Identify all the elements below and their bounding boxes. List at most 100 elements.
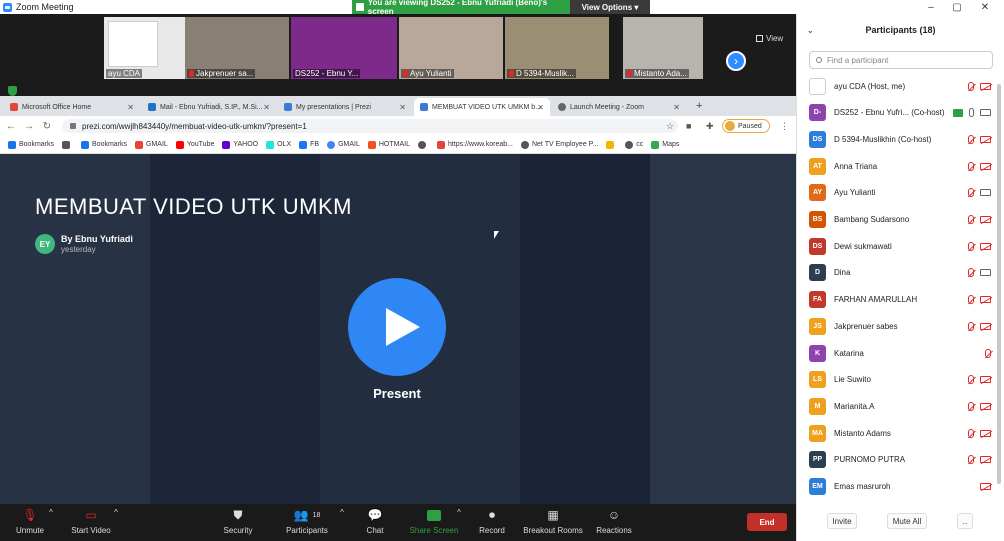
participant-row[interactable]: AY Ayu Yulianti	[797, 180, 997, 206]
participant-row[interactable]: MA Mistanto Adams	[797, 420, 997, 446]
close-tab-icon[interactable]: ✕	[127, 103, 134, 112]
profile-paused-button[interactable]: Paused	[722, 119, 770, 133]
muted-mic-icon[interactable]	[968, 401, 974, 411]
participant-row[interactable]: JS Jakprenuer sabes	[797, 313, 997, 339]
muted-mic-icon[interactable]	[968, 134, 974, 144]
maximize-icon[interactable]: ▢	[946, 0, 968, 14]
muted-mic-icon[interactable]	[968, 428, 974, 438]
muted-mic-icon[interactable]	[968, 188, 974, 198]
record-button[interactable]: ⏺ Record	[457, 508, 527, 536]
muted-mic-icon[interactable]	[968, 321, 974, 331]
video-thumbnail[interactable]: DS252 - Ebnu Y...	[291, 17, 397, 79]
bookmark-item[interactable]: Net TV Employee P...	[520, 140, 598, 149]
participant-row[interactable]: AT Anna Triana	[797, 153, 997, 179]
view-options-button[interactable]: View Options ▾	[570, 0, 650, 14]
close-tab-icon[interactable]: ✕	[537, 103, 544, 112]
participant-row[interactable]: D Dina	[797, 260, 997, 286]
url-input[interactable]: prezi.com/wwjlh843440y/membuat-video-utk…	[62, 119, 678, 133]
participant-search-input[interactable]: Find a participant	[809, 51, 993, 69]
participant-row[interactable]: EM Emas masruroh	[797, 474, 997, 500]
muted-mic-icon[interactable]	[985, 348, 991, 358]
security-button[interactable]: ⛊ Security	[203, 508, 273, 536]
minimize-icon[interactable]: –	[920, 0, 942, 14]
video-thumbnail[interactable]: D 5394-Muslik...	[505, 17, 609, 79]
bookmark-item[interactable]: OLX	[266, 140, 291, 149]
bookmark-item[interactable]	[62, 140, 73, 149]
play-button[interactable]	[348, 278, 446, 376]
next-page-button[interactable]: ›	[726, 51, 746, 71]
reload-icon[interactable]: ↻	[40, 121, 54, 132]
browser-tab[interactable]: My presentations | Prezi ✕	[278, 98, 412, 116]
video-thumbnail[interactable]: Jakprenuer sa...	[185, 17, 289, 79]
forward-icon[interactable]: →	[22, 121, 36, 132]
muted-mic-icon[interactable]	[968, 215, 974, 224]
invite-button[interactable]: Invite	[827, 513, 857, 529]
participant-row[interactable]: DS Dewi sukmawati	[797, 233, 997, 259]
chevron-up-icon[interactable]: ^	[113, 508, 119, 517]
participant-name: ayu CDA (Host, me)	[834, 81, 906, 91]
participant-status-icons	[980, 483, 991, 490]
bookmark-item[interactable]: https://www.koreab...	[437, 140, 513, 149]
browser-tab[interactable]: Mail - Ebnu Yufriadi, S.IP., M.Si... ✕	[142, 98, 276, 116]
chevron-up-icon[interactable]: ^	[48, 508, 54, 517]
participant-row[interactable]: BS Bambang Sudarsono	[797, 207, 997, 233]
bookmark-item[interactable]: YAHOO	[222, 140, 258, 149]
participant-row[interactable]: D- DS252 - Ebnu Yufri... (Co-host)	[797, 100, 997, 126]
participants-panel: ⌄ Participants (18) Find a participant a…	[796, 14, 1004, 541]
video-thumbnail[interactable]: Ayu Yulianti	[399, 17, 503, 79]
bookmark-item[interactable]: GMAIL	[135, 140, 168, 149]
new-tab-button[interactable]: +	[696, 100, 702, 112]
mute-all-button[interactable]: Mute All	[887, 513, 927, 529]
more-options-button[interactable]: ..	[957, 513, 973, 529]
muted-mic-icon[interactable]	[968, 375, 974, 385]
muted-mic-icon[interactable]	[968, 268, 974, 278]
participant-row[interactable]: LS Lie Suwito	[797, 367, 997, 393]
browser-tab-active[interactable]: MEMBUAT VIDEO UTK UMKM b... ✕	[414, 98, 550, 116]
video-thumbnail[interactable]: Mistanto Ada...	[623, 17, 703, 79]
close-tab-icon[interactable]: ✕	[263, 103, 270, 112]
end-meeting-button[interactable]: End	[747, 513, 787, 531]
chevron-down-icon[interactable]: ⌄	[807, 26, 814, 35]
back-icon[interactable]: ←	[4, 121, 18, 132]
star-icon[interactable]: ☆	[666, 121, 674, 132]
bookmark-item[interactable]: Bookmarks	[8, 140, 54, 149]
chat-label: Chat	[366, 526, 384, 535]
browser-tab[interactable]: Launch Meeting - Zoom ✕	[552, 98, 686, 116]
close-icon[interactable]: ✕	[974, 0, 996, 14]
bookmark-item[interactable]: Maps	[651, 140, 679, 149]
breakout-rooms-button[interactable]: ▦ Breakout Rooms	[518, 508, 588, 535]
participant-row[interactable]: DS D 5394-Muslikhin (Co-host)	[797, 126, 997, 152]
view-button[interactable]: View	[756, 34, 783, 43]
bookmark-item[interactable]	[418, 140, 429, 149]
bookmark-item[interactable]: YouTube	[175, 140, 214, 149]
close-tab-icon[interactable]: ✕	[399, 103, 406, 112]
bookmark-item[interactable]: Bookmarks	[81, 140, 127, 149]
participant-row[interactable]: PP PURNOMO PUTRA	[797, 447, 997, 473]
reactions-button[interactable]: ☺ Reactions	[579, 508, 649, 535]
participant-row[interactable]: ayu CDA (Host, me)	[797, 73, 997, 99]
muted-mic-icon[interactable]	[968, 295, 974, 305]
participant-row[interactable]: M Marianita.A	[797, 393, 997, 419]
bookmark-item[interactable]: FB	[299, 140, 319, 149]
mic-icon[interactable]	[969, 108, 974, 118]
muted-mic-icon[interactable]	[968, 161, 974, 171]
muted-mic-icon[interactable]	[968, 455, 974, 465]
participant-name: Jakprenuer sabes	[834, 321, 898, 331]
bookmark-item[interactable]: HOTMAIL	[367, 140, 410, 149]
bookmark-item[interactable]: cc	[625, 140, 643, 149]
star-icon	[8, 140, 16, 149]
muted-mic-icon[interactable]	[968, 241, 974, 251]
bookmark-item[interactable]	[606, 140, 617, 149]
extension-icon[interactable]: ■	[686, 121, 691, 131]
scrollbar[interactable]	[997, 84, 1001, 484]
bookmark-item[interactable]: GMAIL	[327, 140, 360, 149]
participant-row[interactable]: K Katarina	[797, 340, 997, 366]
close-tab-icon[interactable]: ✕	[673, 103, 680, 112]
browser-tab[interactable]: Microsoft Office Home ✕	[4, 98, 140, 116]
muted-mic-icon[interactable]	[968, 81, 974, 91]
puzzle-icon[interactable]: ✚	[706, 121, 714, 132]
participants-button[interactable]: 👥 18 Participants	[272, 508, 342, 535]
participant-row[interactable]: FA FARHAN AMARULLAH	[797, 287, 997, 313]
prezi-presentation: MEMBUAT VIDEO UTK UMKM EY By Ebnu Yufria…	[0, 154, 796, 504]
more-menu-icon[interactable]: ⋮	[780, 121, 789, 132]
